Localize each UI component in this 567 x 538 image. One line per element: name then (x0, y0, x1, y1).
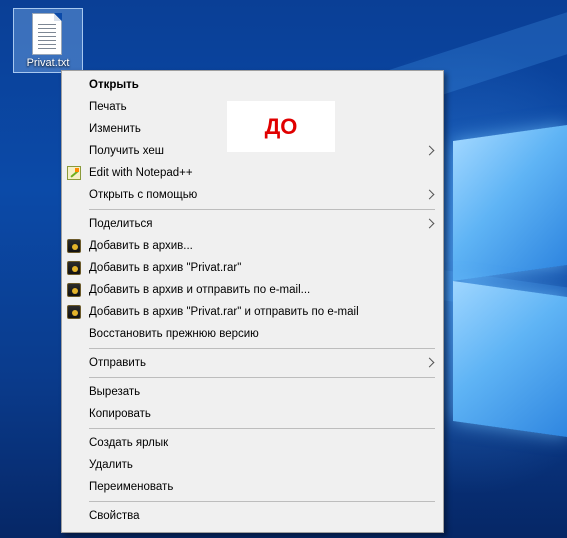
menu-item[interactable]: Добавить в архив и отправить по e-mail..… (64, 279, 441, 301)
menu-item[interactable]: Восстановить прежнюю версию (64, 323, 441, 345)
winrar-icon (67, 239, 81, 253)
windows-logo-pane-bottom (453, 280, 567, 438)
menu-item-label: Добавить в архив и отправить по e-mail..… (89, 284, 311, 296)
notepadpp-icon (67, 166, 81, 180)
menu-item-label: Поделиться (89, 218, 153, 230)
menu-item[interactable]: Добавить в архив "Privat.rar" и отправит… (64, 301, 441, 323)
menu-item-label: Вырезать (89, 386, 141, 398)
menu-item-label: Свойства (89, 510, 140, 522)
winrar-icon (67, 261, 81, 275)
menu-item[interactable]: Добавить в архив... (64, 235, 441, 257)
menu-item-label: Создать ярлык (89, 437, 169, 449)
menu-item-label: Отправить (89, 357, 147, 369)
menu-item-label: Добавить в архив "Privat.rar" (89, 262, 242, 274)
menu-item[interactable]: Копировать (64, 403, 441, 425)
chevron-right-icon (424, 189, 435, 200)
menu-item[interactable]: Удалить (64, 454, 441, 476)
menu-item-label: Открыть (89, 79, 139, 91)
menu-item-label: Добавить в архив... (89, 240, 193, 252)
menu-separator (89, 377, 435, 378)
menu-item[interactable]: Вырезать (64, 381, 441, 403)
chevron-right-icon (424, 218, 435, 229)
menu-item[interactable]: Добавить в архив "Privat.rar" (64, 257, 441, 279)
windows-logo-pane-top (453, 124, 567, 282)
menu-item[interactable]: Поделиться (64, 213, 441, 235)
menu-item[interactable]: Отправить (64, 352, 441, 374)
menu-item-label: Копировать (89, 408, 151, 420)
menu-item[interactable]: Открыть (64, 74, 441, 96)
menu-item[interactable]: Свойства (64, 505, 441, 527)
menu-item-label: Изменить (89, 123, 141, 135)
menu-item-label: Получить хеш (89, 145, 164, 157)
menu-separator (89, 348, 435, 349)
desktop-file-label: Privat.txt (26, 57, 70, 69)
menu-separator (89, 209, 435, 210)
winrar-icon (67, 283, 81, 297)
menu-separator (89, 428, 435, 429)
desktop-file-icon[interactable]: Privat.txt (13, 8, 83, 73)
chevron-right-icon (424, 145, 435, 156)
menu-item[interactable]: Переименовать (64, 476, 441, 498)
menu-item[interactable]: Открыть с помощью (64, 184, 441, 206)
menu-item[interactable]: Edit with Notepad++ (64, 162, 441, 184)
menu-item-label: Удалить (89, 459, 133, 471)
menu-item-label: Восстановить прежнюю версию (89, 328, 259, 340)
menu-item-label: Переименовать (89, 481, 174, 493)
menu-item[interactable]: Создать ярлык (64, 432, 441, 454)
menu-item-label: Открыть с помощью (89, 189, 198, 201)
text-file-icon (32, 13, 62, 55)
menu-item-label: Edit with Notepad++ (89, 167, 193, 179)
before-badge: ДО (227, 101, 335, 152)
menu-item-label: Печать (89, 101, 127, 113)
menu-separator (89, 501, 435, 502)
winrar-icon (67, 305, 81, 319)
menu-item-label: Добавить в архив "Privat.rar" и отправит… (89, 306, 359, 318)
chevron-right-icon (424, 357, 435, 368)
